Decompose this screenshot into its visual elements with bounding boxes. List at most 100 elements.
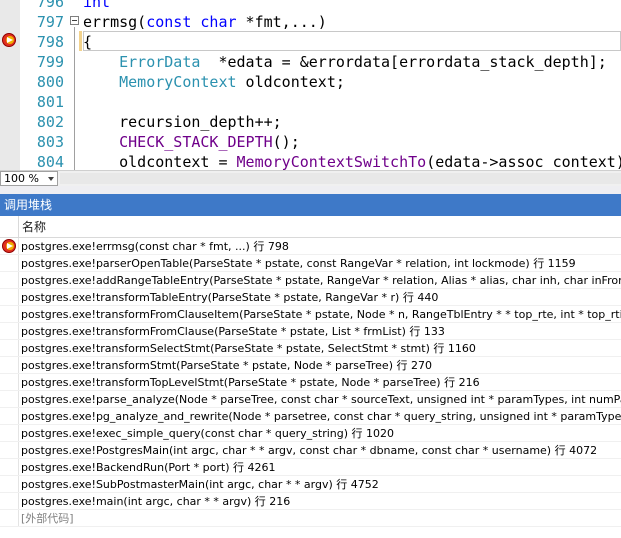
call-stack-column-header[interactable]: 名称 — [0, 216, 621, 238]
code-line[interactable]: CHECK_STACK_DEPTH(); — [83, 132, 300, 152]
code-line[interactable]: recursion_depth++; — [83, 112, 282, 132]
code-token: CHECK_STACK_DEPTH — [119, 133, 273, 151]
row-separator — [18, 493, 19, 510]
row-separator — [18, 510, 19, 527]
code-token: *fmt,...) — [236, 13, 327, 31]
stack-frame-text: postgres.exe!main(int argc, char * * arg… — [21, 495, 291, 508]
code-token: (edata->assoc_context); — [426, 153, 621, 170]
stack-frame[interactable]: postgres.exe!errmsg(const char * fmt, ..… — [0, 238, 621, 255]
stack-frame[interactable]: postgres.exe!transformTableEntry(ParseSt… — [0, 289, 621, 306]
stack-frame-text: postgres.exe!transformTopLevelStmt(Parse… — [21, 376, 480, 389]
code-token: const — [146, 13, 192, 31]
code-token: (); — [272, 133, 300, 151]
editor-status-bar: 100 % — [0, 170, 621, 187]
line-number: 803 — [36, 133, 64, 151]
line-number: 796 — [36, 0, 64, 11]
row-separator — [18, 323, 19, 340]
code-line[interactable]: int — [83, 0, 110, 12]
collapse-icon[interactable] — [70, 16, 79, 25]
changed-line-marker — [79, 31, 82, 51]
stack-frame-text: postgres.exe!addRangeTableEntry(ParseSta… — [21, 274, 621, 287]
row-divider — [0, 526, 621, 527]
row-separator — [18, 391, 19, 408]
column-name-label: 名称 — [22, 220, 47, 234]
stack-frame[interactable]: postgres.exe!transformTopLevelStmt(Parse… — [0, 374, 621, 391]
line-number: 797 — [36, 13, 64, 31]
code-token: char — [200, 13, 237, 31]
stack-frame-text: postgres.exe!parserOpenTable(ParseState … — [21, 257, 576, 270]
stack-frame[interactable]: postgres.exe!parserOpenTable(ParseState … — [0, 255, 621, 272]
stack-frame[interactable]: postgres.exe!exec_simple_query(const cha… — [0, 425, 621, 442]
stack-frame-text: postgres.exe!errmsg(const char * fmt, ..… — [21, 240, 289, 253]
fold-guide-line — [74, 27, 75, 170]
stack-frame-text: postgres.exe!PostgresMain(int argc, char… — [21, 444, 598, 457]
line-number: 804 — [36, 153, 64, 170]
line-number: 802 — [36, 113, 64, 131]
external-code-frame[interactable]: [外部代码] — [0, 510, 621, 527]
zoom-value: 100 % — [4, 172, 39, 185]
line-number: 799 — [36, 53, 64, 71]
code-line[interactable]: ErrorData *edata = &errordata[errordata_… — [83, 52, 607, 72]
stack-frame-text: postgres.exe!BackendRun(Port * port) 行 4… — [21, 461, 276, 474]
code-line[interactable]: errmsg(const char *fmt,...) — [83, 12, 327, 32]
code-token: MemoryContextSwitchTo — [236, 153, 427, 170]
row-separator — [18, 374, 19, 391]
call-stack-title-bar[interactable]: 调用堆栈 — [0, 194, 621, 216]
code-token: recursion_depth++; — [83, 113, 282, 131]
chevron-down-icon — [48, 177, 54, 181]
row-separator — [18, 272, 19, 289]
code-line[interactable]: { — [83, 32, 92, 52]
stack-frame[interactable]: postgres.exe!pg_analyze_and_rewrite(Node… — [0, 408, 621, 425]
call-stack-list[interactable]: postgres.exe!errmsg(const char * fmt, ..… — [0, 238, 621, 538]
row-separator — [18, 238, 19, 255]
row-separator — [18, 289, 19, 306]
row-separator — [18, 459, 19, 476]
code-token: *edata = &errordata[errordata_stack_dept… — [200, 53, 607, 71]
stack-frame[interactable]: postgres.exe!addRangeTableEntry(ParseSta… — [0, 272, 621, 289]
zoom-dropdown[interactable]: 100 % — [0, 171, 58, 186]
stack-frame-text: postgres.exe!SubPostmasterMain(int argc,… — [21, 478, 379, 491]
stack-frame[interactable]: postgres.exe!transformSelectStmt(ParseSt… — [0, 340, 621, 357]
stack-frame-text: postgres.exe!transformFromClause(ParseSt… — [21, 325, 445, 338]
row-separator — [18, 306, 19, 323]
stack-frame[interactable]: postgres.exe!BackendRun(Port * port) 行 4… — [0, 459, 621, 476]
row-separator — [18, 255, 19, 272]
stack-frame-text: postgres.exe!pg_analyze_and_rewrite(Node… — [21, 410, 621, 423]
code-token: int — [83, 0, 111, 11]
line-number: 798 — [36, 33, 64, 51]
current-line-highlight — [83, 31, 621, 51]
code-token: ErrorData — [119, 53, 201, 71]
stack-frame[interactable]: postgres.exe!main(int argc, char * * arg… — [0, 493, 621, 510]
row-separator — [18, 408, 19, 425]
splitter[interactable] — [0, 186, 621, 194]
stack-frame[interactable]: postgres.exe!PostgresMain(int argc, char… — [0, 442, 621, 459]
code-line[interactable]: MemoryContext oldcontext; — [83, 72, 345, 92]
stack-frame[interactable]: postgres.exe!transformStmt(ParseState * … — [0, 357, 621, 374]
current-frame-arrow-icon — [2, 239, 16, 253]
stack-frame-text: postgres.exe!exec_simple_query(const cha… — [21, 427, 395, 440]
horizontal-scrollbar[interactable] — [60, 173, 621, 184]
code-token: errmsg( — [83, 13, 147, 31]
stack-frame-text: postgres.exe!parse_analyze(Node * parseT… — [21, 393, 621, 406]
current-statement-arrow-icon — [2, 33, 16, 47]
row-separator — [18, 340, 19, 357]
stack-frame-text: postgres.exe!transformStmt(ParseState * … — [21, 359, 432, 372]
row-separator — [18, 442, 19, 459]
stack-frame[interactable]: postgres.exe!parse_analyze(Node * parseT… — [0, 391, 621, 408]
code-editor[interactable]: 796 int 797 errmsg(const char *fmt,...) 798 {… — [0, 0, 621, 170]
stack-frame-text: postgres.exe!transformSelectStmt(ParseSt… — [21, 342, 476, 355]
code-token: oldcontext = — [83, 153, 237, 170]
stack-frame-text: postgres.exe!transformTableEntry(ParseSt… — [21, 291, 439, 304]
row-separator — [18, 476, 19, 493]
stack-frame[interactable]: postgres.exe!transformFromClause(ParseSt… — [0, 323, 621, 340]
stack-frame[interactable]: postgres.exe!transformFromClauseItem(Par… — [0, 306, 621, 323]
code-token: { — [83, 33, 93, 51]
stack-frame-text: [外部代码] — [21, 512, 74, 525]
stack-frame-text: postgres.exe!transformFromClauseItem(Par… — [21, 308, 621, 321]
stack-frame[interactable]: postgres.exe!SubPostmasterMain(int argc,… — [0, 476, 621, 493]
line-number: 800 — [36, 73, 64, 91]
breakpoint-gutter[interactable] — [0, 0, 20, 170]
code-line[interactable]: oldcontext = MemoryContextSwitchTo(edata… — [83, 152, 621, 170]
